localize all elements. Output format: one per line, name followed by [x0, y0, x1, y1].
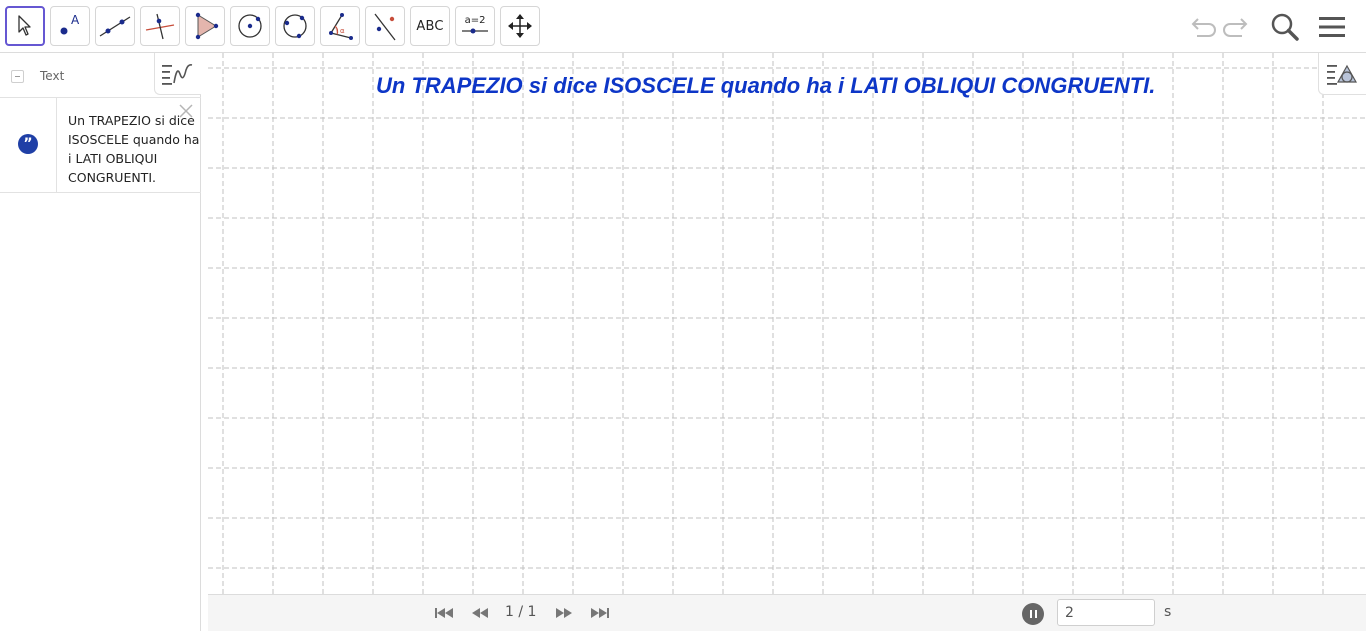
undo-button[interactable] [1184, 10, 1218, 44]
first-step-button[interactable] [433, 604, 455, 622]
fast-forward-icon [556, 608, 572, 618]
polygon-icon [195, 12, 219, 40]
next-step-button[interactable] [553, 604, 575, 622]
point-icon: A [60, 13, 80, 35]
reflect-tool-button[interactable] [365, 6, 405, 46]
pause-button[interactable] [1022, 603, 1044, 625]
algebra-style-bar-button[interactable] [154, 53, 201, 95]
speed-input[interactable] [1057, 599, 1155, 626]
menu-button[interactable] [1315, 10, 1349, 44]
svg-text:A: A [71, 13, 80, 27]
slider-tool-label: a=2 [465, 15, 486, 26]
perpendicular-line-icon [145, 13, 175, 40]
graphics-text-object[interactable]: Un TRAPEZIO si dice ISOSCELE quando ha i… [376, 73, 1155, 99]
circle-three-points-tool-button[interactable] [275, 6, 315, 46]
move-arrows-icon [508, 14, 532, 38]
algebra-item-text[interactable]: Un TRAPEZIO si dice ISOSCELE quando ha i… [68, 111, 202, 187]
angle-icon: α [329, 13, 353, 40]
previous-step-button[interactable] [469, 604, 491, 622]
last-step-button[interactable] [589, 604, 611, 622]
text-tool-button[interactable]: ABC [410, 6, 450, 46]
skip-to-start-icon [435, 608, 453, 618]
search-icon [1271, 13, 1299, 41]
algebra-view: Text ” Un TRAPEZIO si dice ISOSCELE quan… [0, 53, 201, 631]
toolbar: A α ABC a=2 [0, 0, 1366, 53]
search-button[interactable] [1268, 10, 1302, 44]
page-indicator: 1 / 1 [505, 604, 537, 620]
menu-icon [1319, 17, 1345, 37]
speed-unit-label: s [1164, 604, 1172, 620]
close-icon[interactable] [178, 103, 194, 119]
algebra-style-bar-icon [162, 63, 193, 85]
rewind-icon [472, 608, 488, 618]
quote-icon: ” [18, 134, 38, 154]
circle-three-points-icon [283, 14, 307, 39]
graphics-style-bar-button[interactable] [1318, 53, 1366, 95]
grid [208, 53, 1366, 594]
circle-center-point-tool-button[interactable] [230, 6, 270, 46]
redo-button[interactable] [1221, 10, 1255, 44]
angle-tool-button[interactable]: α [320, 6, 360, 46]
point-tool-button[interactable]: A [50, 6, 90, 46]
construction-navigation-bar: 1 / 1 s [208, 594, 1366, 631]
algebra-input-row: Text [0, 53, 201, 98]
undo-icon [1191, 18, 1216, 37]
collapse-toggle[interactable] [11, 70, 24, 83]
cursor-arrow-icon [18, 15, 31, 36]
algebra-header-label: Text [40, 69, 65, 83]
skip-to-end-icon [591, 608, 609, 618]
algebra-item[interactable]: ” Un TRAPEZIO si dice ISOSCELE quando ha… [0, 98, 201, 193]
line-icon [99, 16, 131, 37]
reflect-icon [374, 13, 396, 41]
algebra-item-marker[interactable]: ” [0, 98, 57, 193]
svg-text:α: α [340, 27, 345, 35]
graphics-style-bar-icon [1326, 64, 1357, 85]
text-tool-label: ABC [416, 18, 444, 34]
line-tool-button[interactable] [95, 6, 135, 46]
graphics-view[interactable]: Un TRAPEZIO si dice ISOSCELE quando ha i… [208, 53, 1366, 594]
polygon-tool-button[interactable] [185, 6, 225, 46]
move-graphics-view-tool-button[interactable] [500, 6, 540, 46]
slider-icon: a=2 [462, 15, 488, 34]
perpendicular-line-tool-button[interactable] [140, 6, 180, 46]
slider-tool-button[interactable]: a=2 [455, 6, 495, 46]
circle-icon [238, 14, 262, 38]
redo-icon [1223, 18, 1248, 37]
move-tool-button[interactable] [5, 6, 45, 46]
